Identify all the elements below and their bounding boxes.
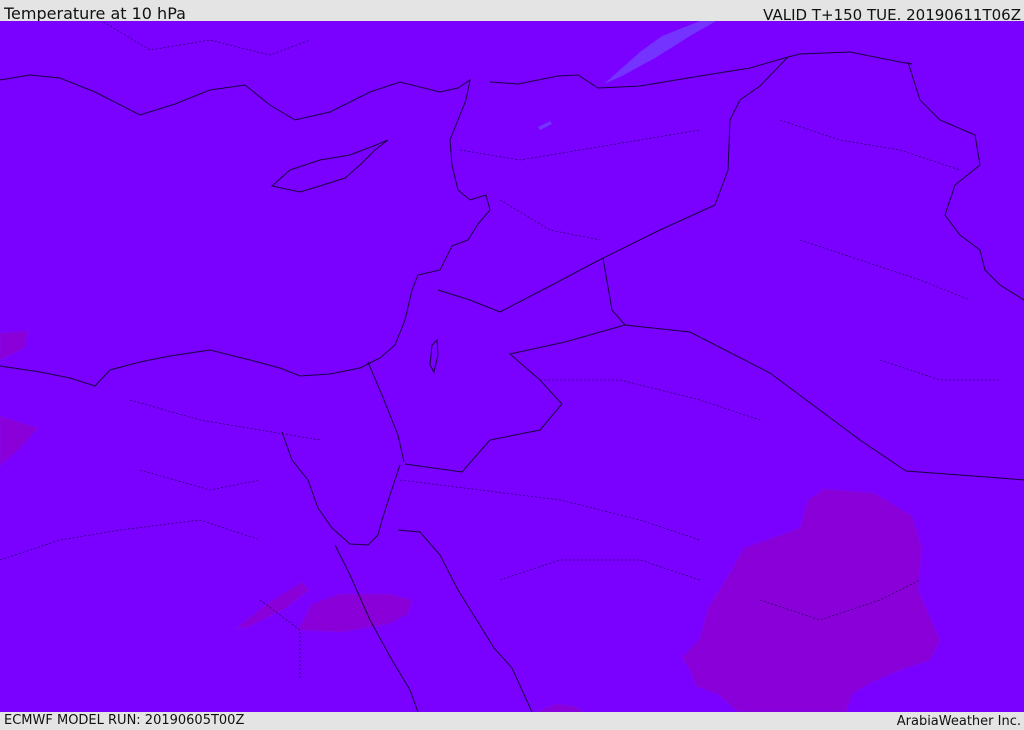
model-run-label: ECMWF MODEL RUN: 20190605T00Z bbox=[4, 713, 245, 728]
footer-bar: ECMWF MODEL RUN: 20190605T00Z ArabiaWeat… bbox=[0, 712, 1024, 729]
temperature-map[interactable] bbox=[0, 21, 1024, 712]
header-bar: Temperature at 10 hPa VALID T+150 TUE. 2… bbox=[0, 0, 1024, 24]
credit-label: ArabiaWeather Inc. bbox=[896, 714, 1021, 729]
